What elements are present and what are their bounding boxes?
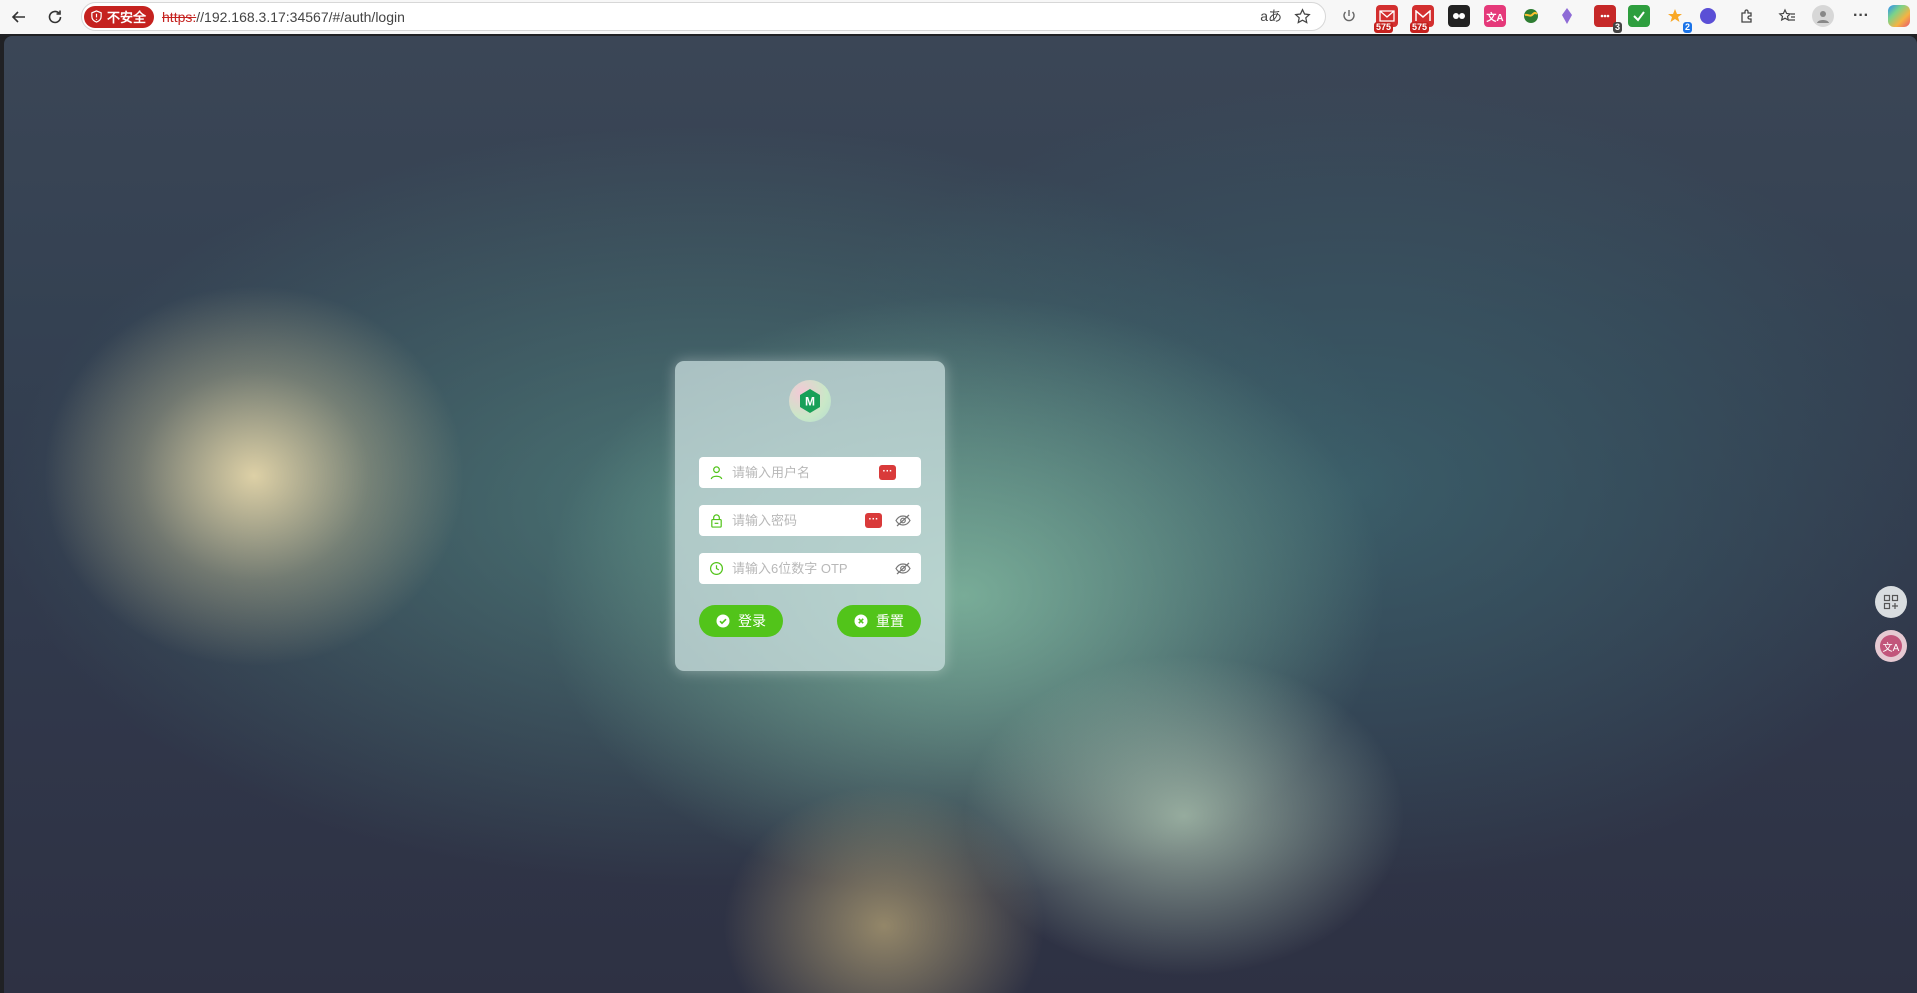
- crystal-extension-icon[interactable]: [1556, 5, 1578, 27]
- tampermonkey-icon[interactable]: [1448, 5, 1470, 27]
- mail-extension-icon[interactable]: 575: [1374, 5, 1398, 33]
- close-circle-icon: [854, 614, 868, 628]
- power-icon[interactable]: [1338, 5, 1360, 27]
- address-bar[interactable]: 不安全 https://192.168.3.17:34567/#/auth/lo…: [81, 2, 1326, 31]
- chat-extension-icon[interactable]: 3: [1594, 5, 1622, 33]
- shield-warning-icon: [91, 10, 102, 23]
- login-button[interactable]: 登录: [699, 605, 783, 637]
- copilot-icon[interactable]: [1888, 5, 1910, 27]
- url-text[interactable]: https://192.168.3.17:34567/#/auth/login: [162, 9, 405, 25]
- star-extension-icon[interactable]: 2: [1664, 5, 1692, 33]
- puzzle-icon[interactable]: [1736, 5, 1758, 27]
- translate-tool-button[interactable]: 文A: [1875, 630, 1907, 662]
- eye-off-icon[interactable]: [895, 561, 911, 576]
- back-button[interactable]: [4, 2, 34, 32]
- profile-avatar[interactable]: [1812, 5, 1834, 27]
- hexagon-logo-icon: M: [800, 389, 820, 413]
- translate-extension-icon[interactable]: 文A: [1484, 5, 1506, 27]
- clock-icon: [709, 561, 724, 576]
- read-aloud-icon[interactable]: aあ: [1260, 6, 1282, 26]
- otp-input[interactable]: [730, 560, 874, 577]
- star-extension-badge: 2: [1682, 22, 1692, 33]
- more-menu-icon[interactable]: ···: [1850, 5, 1872, 27]
- globe-extension-icon[interactable]: [1520, 5, 1542, 27]
- favorites-icon[interactable]: [1776, 5, 1798, 27]
- user-icon: [709, 465, 724, 480]
- otp-field[interactable]: [699, 553, 921, 584]
- eye-off-icon[interactable]: [895, 513, 911, 528]
- password-field[interactable]: ···: [699, 505, 921, 536]
- password-input[interactable]: [730, 512, 874, 529]
- page-viewport: M ··· ··· 登录: [4, 36, 1917, 993]
- qr-tool-button[interactable]: [1875, 586, 1907, 618]
- browser-toolbar: 不安全 https://192.168.3.17:34567/#/auth/lo…: [0, 0, 1917, 34]
- password-manager-icon[interactable]: ···: [879, 465, 896, 480]
- login-card: M ··· ··· 登录: [675, 361, 945, 671]
- gmail-badge: 575: [1410, 22, 1430, 33]
- login-label: 登录: [738, 613, 766, 629]
- chat-badge: 3: [1612, 22, 1622, 33]
- fox-extension-icon[interactable]: [1700, 8, 1716, 24]
- username-input[interactable]: [730, 464, 874, 481]
- translate-icon: 文A: [1880, 635, 1902, 657]
- app-logo: M: [789, 380, 831, 422]
- password-manager-icon[interactable]: ···: [865, 513, 882, 528]
- username-field[interactable]: ···: [699, 457, 921, 488]
- insecure-label: 不安全: [107, 10, 147, 25]
- qr-grid-icon: [1883, 594, 1899, 610]
- reset-label: 重置: [876, 613, 904, 629]
- check-extension-icon[interactable]: [1628, 5, 1650, 27]
- gmail-extension-icon[interactable]: 575: [1410, 5, 1434, 33]
- check-circle-icon: [716, 614, 730, 628]
- logo-letter: M: [805, 395, 815, 409]
- refresh-button[interactable]: [40, 2, 70, 32]
- url-scheme: https:: [162, 8, 197, 25]
- lock-icon: [709, 513, 724, 528]
- favorite-star-icon[interactable]: [1294, 7, 1311, 25]
- url-rest: //192.168.3.17:34567/#/auth/login: [196, 8, 405, 25]
- insecure-badge[interactable]: 不安全: [84, 5, 155, 28]
- reset-button[interactable]: 重置: [837, 605, 921, 637]
- mail-badge: 575: [1374, 22, 1394, 33]
